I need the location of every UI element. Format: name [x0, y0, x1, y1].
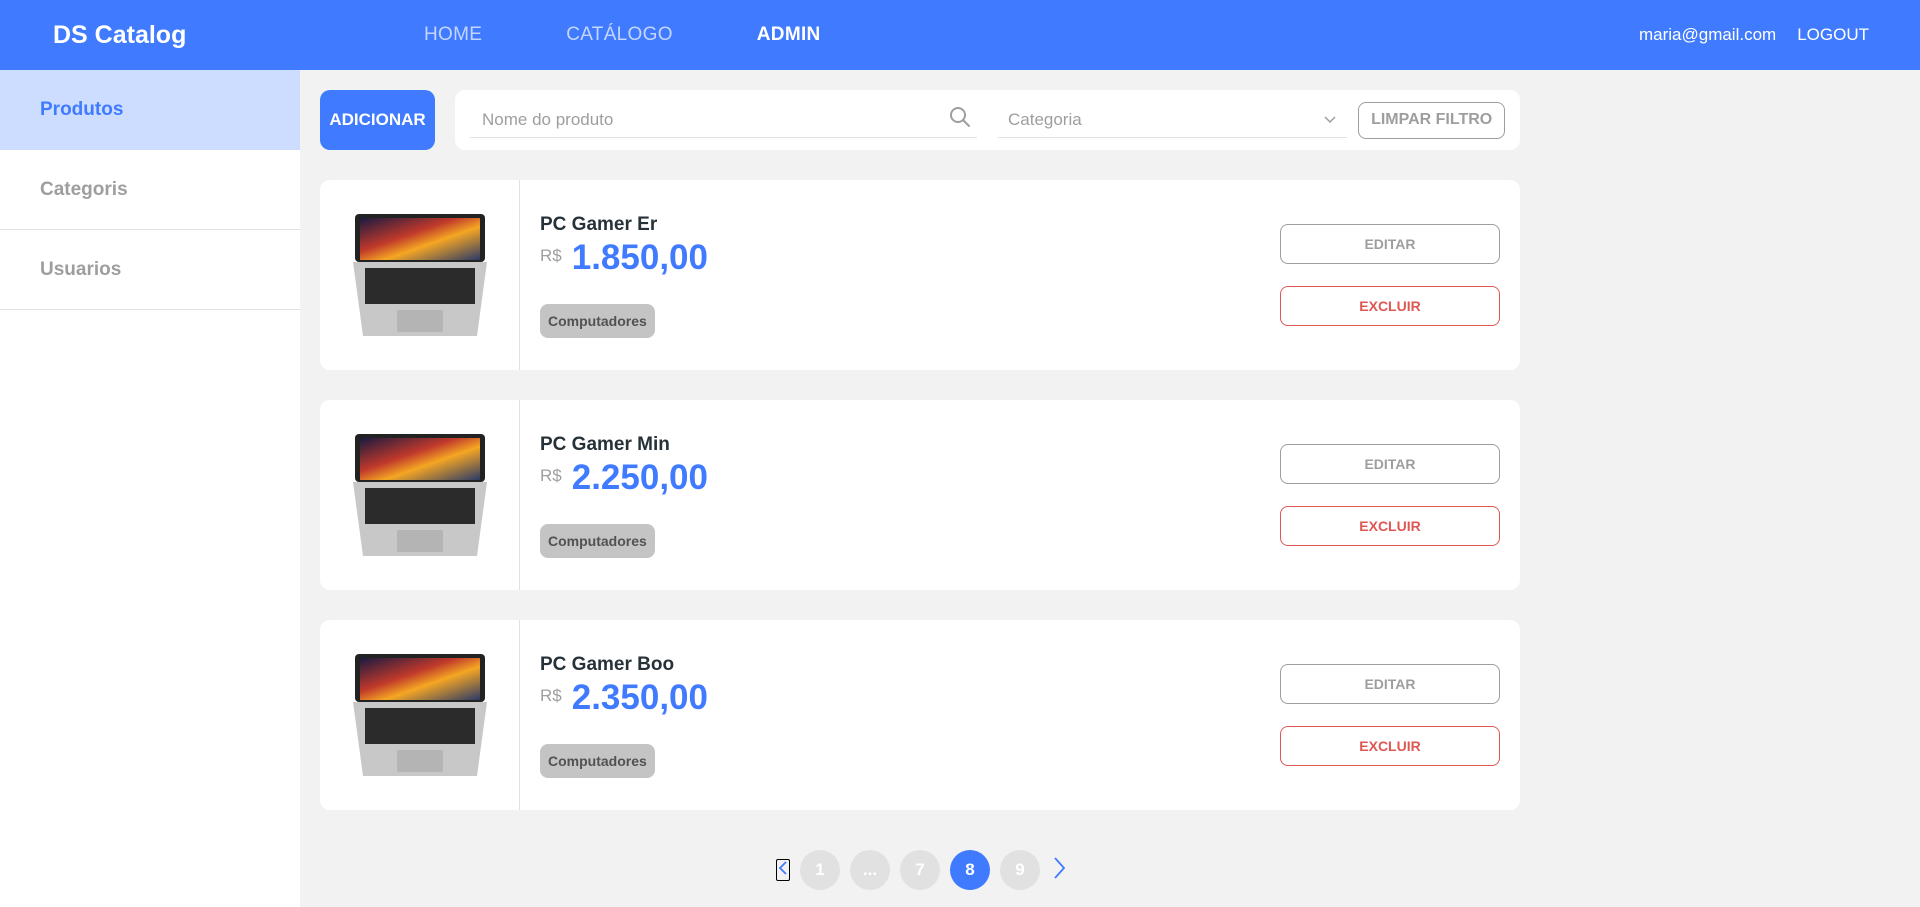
admin-sidebar: Produtos Categoris Usuarios — [0, 70, 300, 907]
currency-label: R$ — [540, 466, 562, 485]
filter-row: ADICIONAR Nome do produto Categoria LIMP… — [320, 90, 1520, 150]
product-name: PC Gamer Min — [540, 434, 670, 455]
delete-button[interactable]: EXCLUIR — [1280, 726, 1500, 766]
product-actions: EDITAR EXCLUIR — [1280, 664, 1500, 766]
price-row: R$ 2.350,00 — [540, 678, 1220, 718]
page-button-9[interactable]: 9 — [1000, 850, 1040, 890]
currency-label: R$ — [540, 686, 562, 705]
page-button-7[interactable]: 7 — [900, 850, 940, 890]
delete-button[interactable]: EXCLUIR — [1280, 286, 1500, 326]
product-actions: EDITAR EXCLUIR — [1280, 444, 1500, 546]
product-image — [320, 620, 520, 810]
product-name: PC Gamer Er — [540, 214, 658, 235]
product-info: PC Gamer Boo R$ 2.350,00 Computadores — [520, 620, 1220, 810]
add-product-button[interactable]: ADICIONAR — [320, 90, 435, 150]
logout-link[interactable]: LOGOUT — [1797, 25, 1869, 45]
pagination: 1 ... 7 8 9 — [776, 850, 1066, 890]
sidebar-item-produtos[interactable]: Produtos — [0, 70, 300, 150]
nav-home[interactable]: HOME — [424, 24, 482, 46]
search-placeholder: Nome do produto — [482, 109, 614, 129]
chevron-right-icon — [1052, 856, 1066, 885]
nav-catalog[interactable]: CATÁLOGO — [566, 24, 673, 46]
search-icon[interactable] — [949, 106, 971, 133]
product-price: 2.250,00 — [571, 458, 708, 497]
filter-card: Nome do produto Categoria LIMPAR FILTRO — [455, 90, 1520, 150]
main-content: ADICIONAR Nome do produto Categoria LIMP… — [320, 90, 1520, 810]
category-badge: Computadores — [540, 304, 655, 338]
product-image — [320, 180, 520, 370]
search-input[interactable]: Nome do produto — [470, 102, 977, 138]
nav-links: HOME CATÁLOGO ADMIN — [424, 0, 905, 70]
previous-page-button[interactable] — [776, 859, 790, 881]
product-info: PC Gamer Er R$ 1.850,00 Computadores — [520, 180, 1220, 370]
category-badge: Computadores — [540, 524, 655, 558]
price-row: R$ 2.250,00 — [540, 458, 1220, 498]
page-button-1[interactable]: 1 — [800, 850, 840, 890]
page-ellipsis: ... — [850, 850, 890, 890]
user-email: maria@gmail.com — [1638, 25, 1777, 44]
sidebar-item-categorias[interactable]: Categoris — [0, 150, 300, 230]
currency-label: R$ — [540, 246, 562, 265]
chevron-down-icon — [1323, 111, 1337, 129]
navbar: DS Catalog HOME CATÁLOGO ADMIN maria@gma… — [0, 0, 1920, 70]
product-price: 1.850,00 — [571, 238, 708, 277]
next-page-button[interactable] — [1052, 856, 1066, 885]
category-badge: Computadores — [540, 744, 655, 778]
product-card: PC Gamer Er R$ 1.850,00 Computadores EDI… — [320, 180, 1520, 370]
edit-button[interactable]: EDITAR — [1280, 444, 1500, 484]
nav-user-area: maria@gmail.com LOGOUT — [1639, 0, 1869, 70]
category-select[interactable]: Categoria — [997, 102, 1348, 138]
page-button-8[interactable]: 8 — [950, 850, 990, 890]
sidebar-item-usuarios[interactable]: Usuarios — [0, 230, 300, 310]
category-placeholder: Categoria — [1007, 109, 1082, 129]
product-name: PC Gamer Boo — [540, 654, 675, 675]
edit-button[interactable]: EDITAR — [1280, 664, 1500, 704]
product-card: PC Gamer Boo R$ 2.350,00 Computadores ED… — [320, 620, 1520, 810]
product-price: 2.350,00 — [571, 678, 708, 717]
product-card: PC Gamer Min R$ 2.250,00 Computadores ED… — [320, 400, 1520, 590]
edit-button[interactable]: EDITAR — [1280, 224, 1500, 264]
brand-logo[interactable]: DS Catalog — [53, 0, 186, 70]
chevron-left-icon — [778, 860, 788, 881]
product-info: PC Gamer Min R$ 2.250,00 Computadores — [520, 400, 1220, 590]
product-actions: EDITAR EXCLUIR — [1280, 224, 1500, 326]
clear-filter-button[interactable]: LIMPAR FILTRO — [1358, 101, 1505, 139]
price-row: R$ 1.850,00 — [540, 238, 1220, 278]
delete-button[interactable]: EXCLUIR — [1280, 506, 1500, 546]
nav-admin[interactable]: ADMIN — [757, 24, 821, 46]
product-image — [320, 400, 520, 590]
